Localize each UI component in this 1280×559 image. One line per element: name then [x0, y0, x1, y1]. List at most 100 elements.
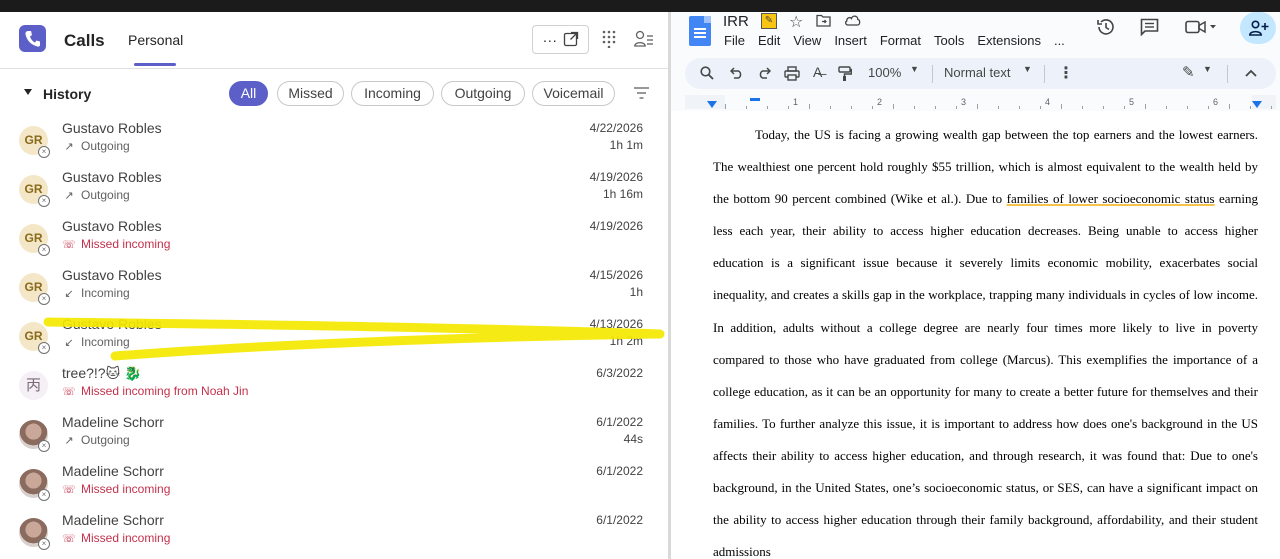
call-date: 4/19/2026: [589, 170, 643, 184]
menu-format[interactable]: Format: [880, 33, 921, 48]
document-page[interactable]: Today, the US is facing a growing wealth…: [671, 111, 1280, 559]
print-icon[interactable]: [784, 66, 800, 81]
filter-outgoing[interactable]: Outgoing: [441, 81, 525, 106]
ruler-tick: [1187, 106, 1188, 109]
more-options-icon[interactable]: ⋮: [1058, 63, 1074, 83]
share-button[interactable]: [1240, 12, 1276, 44]
menu-file[interactable]: File: [724, 33, 745, 48]
filter-voicemail[interactable]: Voicemail: [532, 81, 615, 106]
horizontal-ruler[interactable]: 1 2 3 4 5 6: [685, 95, 1276, 109]
right-indent-marker[interactable]: [1252, 101, 1262, 108]
shortcut-icon[interactable]: ✎: [761, 13, 777, 29]
cloud-status-icon[interactable]: [844, 14, 861, 26]
caller-name: Madeline Schorr: [62, 463, 164, 479]
version-history-icon[interactable]: [1096, 17, 1116, 37]
call-date: 4/15/2026: [589, 268, 643, 282]
missed-call-icon: ☏: [62, 484, 76, 496]
call-row[interactable]: GR × Gustavo Robles ☏ Missed incoming 4/1…: [0, 216, 668, 264]
ruler-number: 1: [793, 97, 799, 107]
editing-mode-pencil-icon[interactable]: ✎: [1182, 63, 1195, 81]
call-duration: 1h 1m: [609, 138, 643, 152]
header-divider: [0, 68, 668, 69]
call-type: ↗ Outgoing: [62, 188, 129, 202]
toolbar-divider: [932, 65, 933, 83]
ruler-tick: [1019, 106, 1020, 109]
menu-insert[interactable]: Insert: [834, 33, 867, 48]
call-duration: 44s: [623, 432, 643, 446]
toolbar-divider: [1044, 65, 1045, 83]
menu-tools[interactable]: Tools: [934, 33, 964, 48]
document-body-text[interactable]: Today, the US is facing a growing wealth…: [713, 119, 1258, 559]
meet-video-icon[interactable]: [1185, 20, 1217, 34]
call-row[interactable]: × Madeline Schorr ☏ Missed incoming 6/1/2…: [0, 461, 668, 509]
menu-bar: File Edit View Insert Format Tools Extensions.…: [724, 33, 1078, 48]
star-icon[interactable]: ☆: [789, 12, 803, 32]
filter-missed[interactable]: Missed: [277, 81, 344, 106]
ruler-tick: [1229, 104, 1230, 109]
document-title[interactable]: IRR: [723, 13, 749, 30]
call-row[interactable]: GR × Gustavo Robles ↙ Incoming 4/15/2026 …: [0, 265, 668, 313]
docs-logo-icon[interactable]: [689, 16, 711, 46]
missed-call-icon: ☏: [62, 239, 76, 251]
caller-name: Madeline Schorr: [62, 512, 164, 528]
call-row[interactable]: GR × Gustavo Robles ↗ Outgoing 4/22/2026 …: [0, 118, 668, 166]
status-unknown-icon: ×: [38, 440, 50, 452]
menu-view[interactable]: View: [793, 33, 821, 48]
menu-more[interactable]: ...: [1054, 33, 1065, 48]
first-line-indent-marker[interactable]: [750, 98, 760, 101]
search-menus-icon[interactable]: [700, 66, 714, 80]
caller-name: Gustavo Robles: [62, 316, 162, 332]
collapse-caret-icon[interactable]: [24, 89, 32, 95]
call-row[interactable]: 丙 tree?!?🐱 🐉 ☏ Missed incoming from Noah …: [0, 363, 668, 411]
ruler-tick: [1208, 106, 1209, 109]
left-indent-marker[interactable]: [707, 101, 717, 108]
status-unknown-icon: ×: [38, 293, 50, 305]
spellcheck-icon[interactable]: A̶: [813, 64, 822, 80]
ruler-tick: [1061, 104, 1062, 109]
teams-calls-pane: Calls Personal ... History All Missed In…: [0, 12, 668, 559]
collapse-menus-chevron-up-icon[interactable]: [1245, 69, 1257, 77]
tab-personal[interactable]: Personal: [128, 32, 183, 48]
zoom-select[interactable]: 100%: [868, 65, 901, 80]
dialpad-icon[interactable]: [602, 30, 616, 48]
move-folder-icon[interactable]: [816, 14, 831, 27]
calls-header: Calls Personal ...: [0, 12, 668, 68]
call-row[interactable]: × Madeline Schorr ☏ Missed incoming 6/1/2…: [0, 510, 668, 558]
redo-icon[interactable]: [757, 67, 771, 79]
menu-extensions[interactable]: Extensions: [977, 33, 1041, 48]
undo-icon[interactable]: [730, 67, 744, 79]
calls-app-icon: [19, 25, 46, 52]
ruler-tick: [1145, 104, 1146, 109]
filter-incoming[interactable]: Incoming: [351, 81, 434, 106]
ruler-tick: [1124, 106, 1125, 109]
incoming-call-icon: ↙: [64, 288, 74, 300]
comments-icon[interactable]: [1140, 18, 1159, 36]
call-row[interactable]: GR × Gustavo Robles ↗ Outgoing 4/19/2026 …: [0, 167, 668, 215]
popout-button[interactable]: ...: [532, 25, 589, 54]
caller-name: Gustavo Robles: [62, 218, 162, 234]
call-date: 6/3/2022: [596, 366, 643, 380]
paint-format-icon[interactable]: [838, 66, 852, 82]
contacts-icon[interactable]: [634, 30, 654, 48]
ruler-tick: [1250, 106, 1251, 109]
ruler-tick: [809, 104, 810, 109]
ruler-tick: [977, 104, 978, 109]
filter-all[interactable]: All: [229, 81, 268, 106]
call-date: 6/1/2022: [596, 464, 643, 478]
google-docs-pane: IRR ✎ ☆ File Edit View Insert Format Tools Ext…: [671, 12, 1280, 559]
history-label[interactable]: History: [43, 86, 91, 102]
menu-edit[interactable]: Edit: [758, 33, 780, 48]
ruler-number: 6: [1213, 97, 1219, 107]
ruler-tick: [725, 104, 726, 109]
ruler-tick: [851, 106, 852, 109]
paragraph-style-select[interactable]: Normal text: [944, 65, 1010, 80]
call-duration: 1h: [629, 285, 643, 299]
call-row[interactable]: × Madeline Schorr ↗ Outgoing 6/1/2022 44s: [0, 412, 668, 460]
call-row[interactable]: GR × Gustavo Robles ↙ Incoming 4/13/2026 …: [0, 314, 668, 362]
caller-name: Gustavo Robles: [62, 169, 162, 185]
call-type: ↗ Outgoing: [62, 433, 129, 447]
filter-icon[interactable]: [634, 87, 649, 99]
popout-icon: [563, 31, 579, 47]
formatting-toolbar: A̶ 100% ▼ Normal text ▼ ⋮ ✎ ▼: [685, 58, 1276, 89]
call-date: 4/13/2026: [589, 317, 643, 331]
